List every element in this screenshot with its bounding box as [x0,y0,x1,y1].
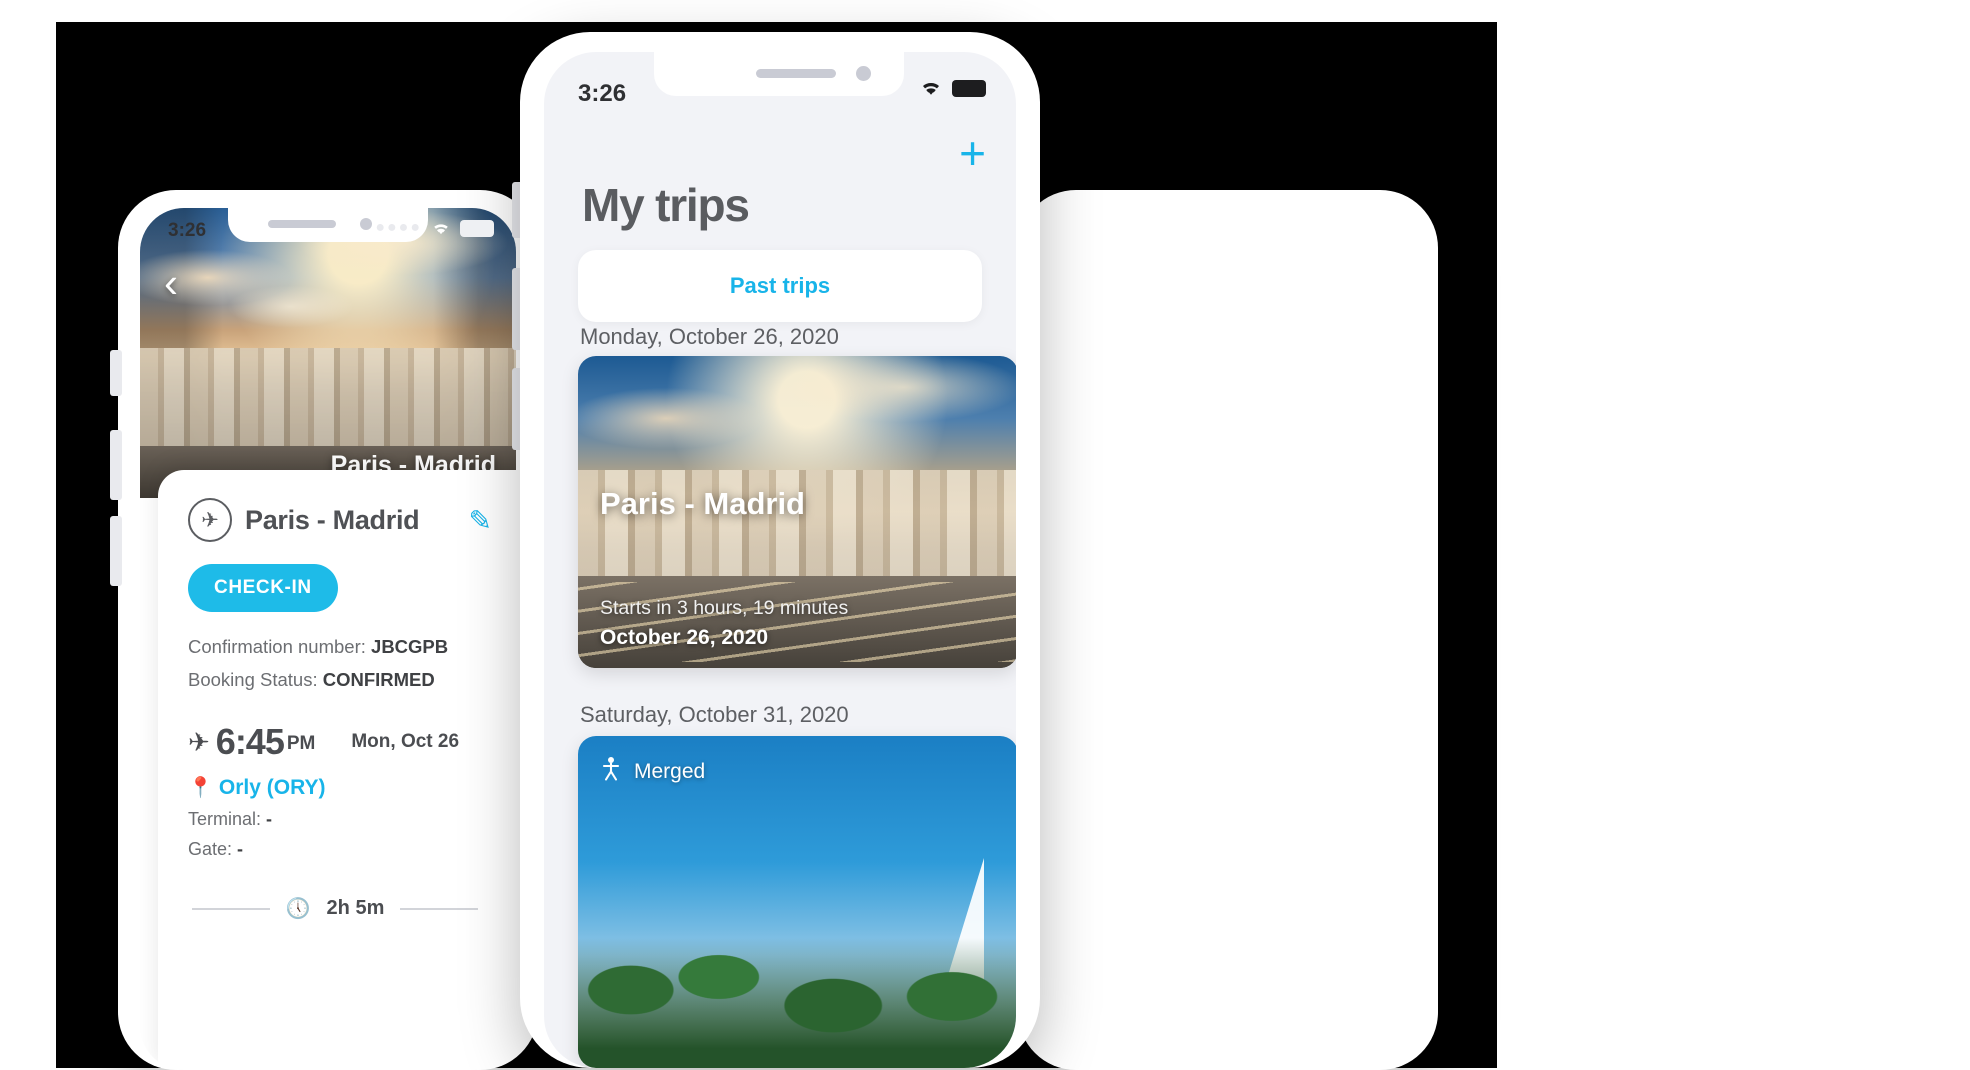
duration-row: 🕔 2h 5m [188,896,482,921]
left-phone-screen: Paris - Madrid ‹ 3:26 ●●●● ✈ Paris - Mad… [140,208,516,1070]
merged-badge: Merged [600,756,705,788]
terminal-value: - [266,809,273,829]
booking-status-row: Booking Status: CONFIRMED [188,669,516,691]
pencil-icon[interactable]: ✎ [469,504,492,537]
airport-name: Orly (ORY) [218,775,326,799]
trip-card-title: Paris - Madrid [600,486,805,521]
back-chevron-icon[interactable]: ‹ [164,262,178,304]
trip-card-merged[interactable]: Merged [578,736,1016,1068]
terminal-label: Terminal: [188,809,262,829]
left-earpiece-speaker [268,220,336,228]
departure-date: Mon, Oct 26 [351,731,460,752]
center-earpiece-speaker [756,69,836,78]
trip-card-starts-in: Starts in 3 hours, 19 minutes [600,597,849,619]
gate-row: Gate: - [188,839,516,860]
gate-label: Gate: [188,839,233,859]
takeoff-icon: ✈ [188,726,210,757]
left-status-time: 3:26 [168,220,207,241]
clock-icon: 🕔 [285,898,311,920]
departure-row: ✈ 6:45 PM Mon, Oct 26 [188,721,516,763]
page-title: My trips [582,179,750,231]
right-phone-device: ‹ Nice - Dubai ⋯ 3:26 Frankfurt today 56… [1018,190,1438,1070]
duration-line-left [191,907,270,910]
palm-trees [578,938,1016,1068]
departure-ampm: PM [286,733,316,754]
confirmation-label: Confirmation number: [188,636,366,657]
confirmation-value: JBCGPB [371,636,449,657]
past-trips-button[interactable]: Past trips [578,250,982,322]
trip-card-paris-madrid[interactable]: Paris - Madrid Starts in 3 hours, 19 min… [578,356,1016,668]
center-status-time: 3:26 [578,80,627,107]
check-in-button[interactable]: CHECK-IN [188,564,338,612]
wifi-icon [434,223,448,234]
light-trails [578,582,1016,662]
duration-line-right [400,907,479,910]
merge-icon [600,756,622,788]
left-phone-volume-up[interactable] [110,430,122,500]
terminal-row: Terminal: - [188,809,516,830]
merged-label: Merged [634,760,706,783]
screenshot-root: Paris - Madrid ‹ 3:26 ●●●● ✈ Paris - Mad… [0,0,1970,1070]
left-front-camera [360,218,372,230]
location-pin-icon: 📍 [188,777,213,799]
left-phone-device: Paris - Madrid ‹ 3:26 ●●●● ✈ Paris - Mad… [118,190,538,1070]
day-label-0: Monday, October 26, 2020 [580,324,839,349]
booking-value: CONFIRMED [322,669,435,690]
center-status-icons [918,78,986,98]
left-phone-volume-down[interactable] [110,516,122,586]
card-header-row: ✈ Paris - Madrid ✎ [188,498,516,542]
flight-detail-sheet: ✈ Paris - Madrid ✎ CHECK-IN Confirmation… [158,470,516,1070]
center-phone-screen: 3:26 + My trips Past trips Monday, Octob… [544,52,1016,1068]
trip-hero-image: Paris - Madrid [140,208,516,498]
battery-icon [460,219,494,237]
center-front-camera [856,66,871,81]
left-status-icons: ●●●● [375,219,494,237]
left-phone-side-button[interactable] [110,350,122,396]
airport-row: 📍 Orly (ORY) [188,775,516,800]
flight-card-title: Paris - Madrid [245,504,420,535]
confirmation-row: Confirmation number: JBCGPB [188,636,516,658]
center-phone-device: 3:26 + My trips Past trips Monday, Octob… [520,32,1040,1068]
plus-icon[interactable]: + [959,130,986,176]
departure-time: 6:45 [215,721,285,762]
battery-icon [952,79,986,97]
wifi-icon [922,83,940,95]
booking-label: Booking Status: [188,669,318,690]
day-label-1: Saturday, October 31, 2020 [580,702,849,727]
trip-card-date: October 26, 2020 [600,626,769,649]
airplane-circle-icon: ✈ [188,498,232,542]
gate-value: - [237,839,244,859]
signal-dots-icon: ●●●● [375,219,422,236]
duration-value: 2h 5m [326,897,385,919]
